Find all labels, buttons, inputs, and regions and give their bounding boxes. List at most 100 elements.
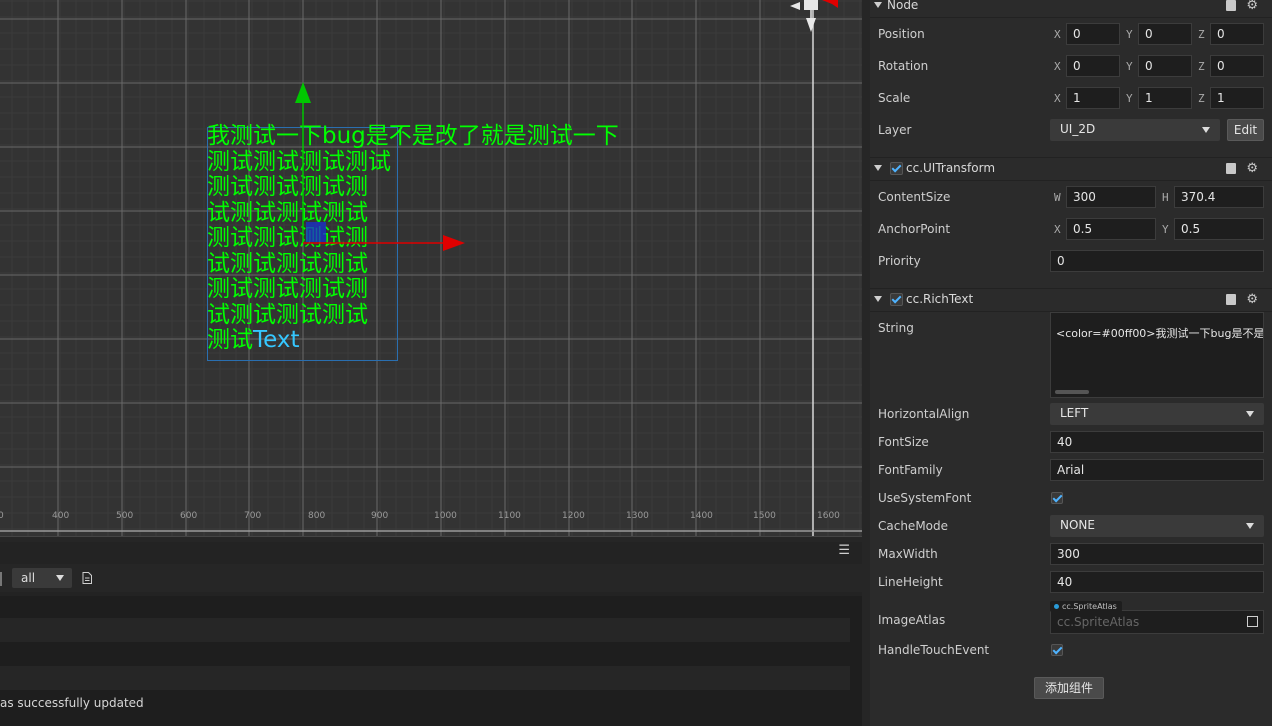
richtext-section-header[interactable]: cc.RichText ⚙ — [870, 288, 1272, 312]
log-row[interactable] — [0, 666, 850, 690]
collapse-arrow-icon[interactable] — [874, 2, 882, 8]
usesystemfont-label: UseSystemFont — [878, 491, 972, 505]
contentsize-w-field[interactable]: 300 — [1066, 186, 1156, 208]
anchorpoint-x-field[interactable]: 0.5 — [1066, 218, 1156, 240]
cachemode-select[interactable]: NONE — [1050, 515, 1264, 537]
layer-label: Layer — [878, 123, 912, 137]
section-title: cc.UITransform — [906, 161, 996, 175]
log-row[interactable] — [0, 618, 850, 642]
gear-icon[interactable]: ⚙ — [1246, 162, 1258, 175]
axis-z-label[interactable]: Z — [1198, 28, 1205, 41]
chevron-down-icon — [1246, 411, 1254, 417]
x-axis-arrow-icon — [443, 235, 465, 251]
rotation-y-field[interactable]: 0 — [1138, 55, 1192, 77]
layer-select-value: UI_2D — [1060, 122, 1096, 136]
section-title: cc.RichText — [906, 292, 974, 306]
priority-field[interactable]: 0 — [1050, 250, 1264, 272]
view-orientation-gizmo[interactable] — [776, 0, 848, 40]
imageatlas-asset-field[interactable]: cc.SpriteAtlas — [1050, 610, 1264, 634]
axis-z-label[interactable]: Z — [1198, 60, 1205, 73]
scale-label: Scale — [878, 91, 911, 105]
horizontal-scrollbar[interactable] — [1055, 390, 1089, 394]
scale-z-field[interactable]: 1 — [1210, 87, 1264, 109]
section-title: Node — [887, 0, 919, 12]
horizontalalign-select[interactable]: LEFT — [1050, 403, 1264, 425]
rotation-z-field[interactable]: 0 — [1210, 55, 1264, 77]
scale-x-field[interactable]: 1 — [1066, 87, 1120, 109]
horizontalalign-value: LEFT — [1060, 406, 1089, 420]
axis-x-label[interactable]: X — [1054, 92, 1061, 105]
fontfamily-label: FontFamily — [878, 463, 943, 477]
collapse-arrow-icon[interactable] — [874, 296, 882, 302]
lineheight-field[interactable]: 40 — [1050, 571, 1264, 593]
hamburger-icon[interactable]: ☰ — [838, 543, 850, 558]
gear-icon[interactable]: ⚙ — [1246, 0, 1258, 12]
chevron-down-icon — [56, 575, 64, 581]
log-message[interactable]: as successfully updated — [0, 696, 144, 710]
fontfamily-field[interactable]: Arial — [1050, 459, 1264, 481]
imageatlas-label: ImageAtlas — [878, 613, 946, 627]
position-z-field[interactable]: 0 — [1210, 23, 1264, 45]
anchorpoint-y-field[interactable]: 0.5 — [1174, 218, 1264, 240]
string-textarea[interactable]: <color=#00ff00>我测试一下bug是不是 — [1050, 312, 1264, 398]
help-doc-icon[interactable] — [1226, 294, 1236, 305]
y-axis-arrow-icon — [295, 82, 311, 103]
axis-x-label[interactable]: X — [1054, 28, 1061, 41]
console-toolbar: all — [0, 564, 862, 592]
asset-picker-icon[interactable] — [1247, 616, 1258, 627]
axis-y-label[interactable]: Y — [1126, 92, 1133, 105]
axis-h-label[interactable]: H — [1162, 191, 1169, 204]
panel-divider[interactable] — [862, 0, 870, 726]
anchorpoint-label: AnchorPoint — [878, 222, 951, 236]
axis-y-label[interactable]: Y — [1162, 223, 1169, 236]
open-log-file-icon[interactable] — [82, 572, 92, 584]
component-enabled-checkbox[interactable] — [890, 162, 903, 175]
gear-icon[interactable]: ⚙ — [1246, 293, 1258, 306]
collapse-arrow-icon[interactable] — [874, 165, 882, 171]
maxwidth-field[interactable]: 300 — [1050, 543, 1264, 565]
node-section-header[interactable]: Node ⚙ — [870, 0, 1272, 18]
handletouchevent-label: HandleTouchEvent — [878, 643, 990, 657]
help-doc-icon[interactable] — [1226, 163, 1236, 174]
gizmo-center-handle — [306, 222, 326, 242]
contentsize-label: ContentSize — [878, 190, 951, 204]
toolbar-divider — [0, 572, 2, 586]
fontsize-field[interactable]: 40 — [1050, 431, 1264, 453]
horizontalalign-label: HorizontalAlign — [878, 407, 970, 421]
maxwidth-label: MaxWidth — [878, 547, 938, 561]
lineheight-label: LineHeight — [878, 575, 943, 589]
help-doc-icon[interactable] — [1226, 0, 1236, 11]
add-component-button[interactable]: 添加组件 — [1034, 677, 1104, 699]
handletouchevent-checkbox[interactable] — [1051, 644, 1063, 656]
component-enabled-checkbox[interactable] — [890, 293, 903, 306]
inspector-panel: Node ⚙ Position X 0 Y 0 Z 0 Rotation X 0… — [870, 0, 1272, 726]
imageatlas-placeholder: cc.SpriteAtlas — [1057, 615, 1140, 629]
axis-x-label[interactable]: X — [1054, 223, 1061, 236]
cachemode-value: NONE — [1060, 518, 1095, 532]
cachemode-label: CacheMode — [878, 519, 949, 533]
fontsize-label: FontSize — [878, 435, 929, 449]
scene-view[interactable]: 0 400 500 600 700 800 900 1000 1100 1200 1300 1400 1… — [0, 0, 862, 536]
contentsize-h-field[interactable]: 370.4 — [1174, 186, 1264, 208]
axis-y-label[interactable]: Y — [1126, 28, 1133, 41]
move-gizmo[interactable] — [0, 0, 862, 536]
axis-w-label[interactable]: W — [1054, 191, 1061, 204]
string-label: String — [878, 321, 914, 335]
usesystemfont-checkbox[interactable] — [1051, 492, 1063, 504]
console-panel: ☰ all as successfully updated — [0, 542, 862, 726]
position-y-field[interactable]: 0 — [1138, 23, 1192, 45]
uitransform-section-header[interactable]: cc.UITransform ⚙ — [870, 157, 1272, 181]
layer-select[interactable]: UI_2D — [1050, 119, 1220, 141]
layer-edit-button[interactable]: Edit — [1227, 119, 1264, 141]
log-level-filter-value: all — [21, 571, 36, 585]
position-label: Position — [878, 27, 925, 41]
scale-y-field[interactable]: 1 — [1138, 87, 1192, 109]
rotation-label: Rotation — [878, 59, 929, 73]
rotation-x-field[interactable]: 0 — [1066, 55, 1120, 77]
axis-y-label[interactable]: Y — [1126, 60, 1133, 73]
axis-z-label[interactable]: Z — [1198, 92, 1205, 105]
log-level-filter[interactable]: all — [12, 568, 72, 588]
priority-label: Priority — [878, 254, 921, 268]
axis-x-label[interactable]: X — [1054, 60, 1061, 73]
position-x-field[interactable]: 0 — [1066, 23, 1120, 45]
